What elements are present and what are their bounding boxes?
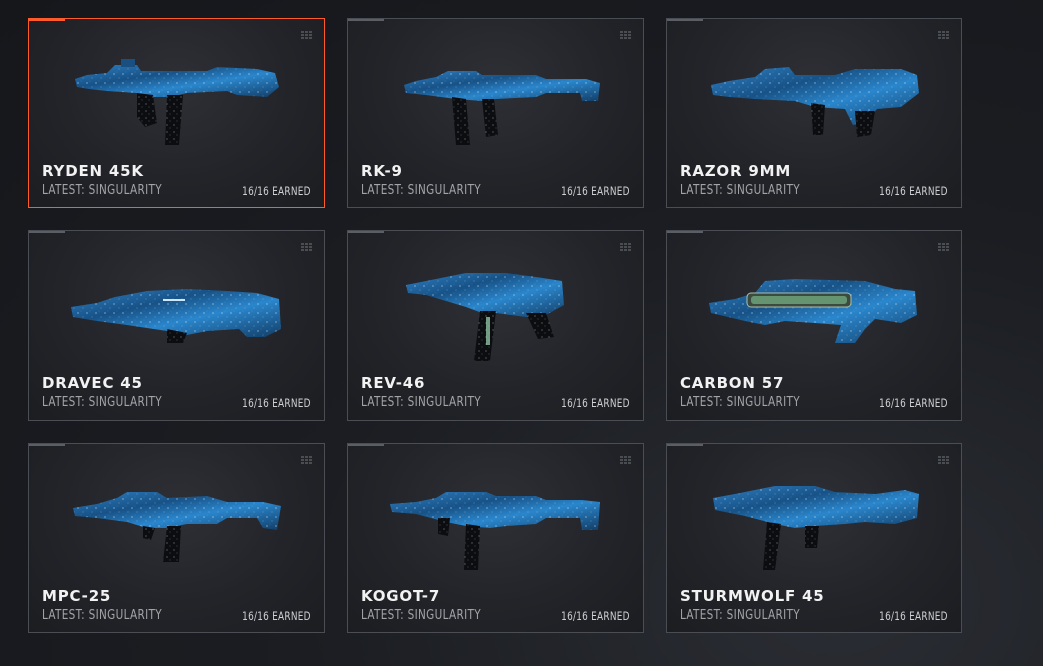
- weapon-latest-camo: LATEST: SINGULARITY: [42, 394, 162, 410]
- weapon-earned-count: 16/16 EARNED: [561, 184, 630, 198]
- grid-icon: [938, 243, 949, 252]
- weapon-latest-camo: LATEST: SINGULARITY: [361, 182, 481, 198]
- card-accent-bar: [29, 231, 65, 233]
- smg-icon: [404, 71, 600, 145]
- grid-icon: [620, 243, 631, 252]
- grid-icon: [620, 31, 631, 40]
- weapon-latest-camo: LATEST: SINGULARITY: [680, 182, 800, 198]
- weapon-earned-count: 16/16 EARNED: [561, 609, 630, 623]
- weapon-earned-count: 16/16 EARNED: [242, 184, 311, 198]
- weapon-card-mpc-25[interactable]: MPC-25 LATEST: SINGULARITY 16/16 EARNED: [28, 443, 325, 633]
- smg-icon: [406, 273, 564, 361]
- weapon-name: CARBON 57: [680, 374, 785, 392]
- smg-icon: [711, 67, 919, 137]
- grid-icon: [301, 31, 312, 40]
- weapon-name: RYDEN 45K: [42, 162, 144, 180]
- card-accent-bar: [348, 444, 384, 446]
- weapon-earned-count: 16/16 EARNED: [879, 609, 948, 623]
- grid-icon: [301, 456, 312, 465]
- weapon-earned-count: 16/16 EARNED: [879, 184, 948, 198]
- weapon-card-ryden-45k[interactable]: RYDEN 45K LATEST: SINGULARITY 16/16 EARN…: [28, 18, 325, 208]
- smg-icon: [73, 492, 281, 562]
- weapon-earned-count: 16/16 EARNED: [242, 396, 311, 410]
- grid-icon: [938, 456, 949, 465]
- weapon-name: STURMWOLF 45: [680, 587, 825, 605]
- card-accent-bar: [29, 444, 65, 446]
- weapon-name: RK-9: [361, 162, 403, 180]
- smg-icon: [709, 279, 917, 343]
- smg-icon: [713, 486, 919, 570]
- weapon-card-rev-46[interactable]: REV-46 LATEST: SINGULARITY 16/16 EARNED: [347, 230, 644, 421]
- weapon-name: MPC-25: [42, 587, 112, 605]
- grid-icon: [620, 456, 631, 465]
- smg-icon: [75, 59, 279, 145]
- card-accent-bar: [348, 231, 384, 233]
- weapon-earned-count: 16/16 EARNED: [561, 396, 630, 410]
- card-accent-bar: [348, 19, 384, 21]
- card-accent-bar: [29, 19, 65, 21]
- weapon-latest-camo: LATEST: SINGULARITY: [42, 182, 162, 198]
- weapon-card-dravec-45[interactable]: DRAVEC 45 LATEST: SINGULARITY 16/16 EARN…: [28, 230, 325, 421]
- smg-icon: [390, 492, 600, 570]
- card-accent-bar: [667, 231, 703, 233]
- weapon-card-rk-9[interactable]: RK-9 LATEST: SINGULARITY 16/16 EARNED: [347, 18, 644, 208]
- weapon-name: RAZOR 9MM: [680, 162, 792, 180]
- smg-icon: [71, 289, 281, 343]
- weapon-card-kogot-7[interactable]: KOGOT-7 LATEST: SINGULARITY 16/16 EARNED: [347, 443, 644, 633]
- weapon-card-razor-9mm[interactable]: RAZOR 9MM LATEST: SINGULARITY 16/16 EARN…: [666, 18, 962, 208]
- grid-icon: [938, 31, 949, 40]
- weapon-card-carbon-57[interactable]: CARBON 57 LATEST: SINGULARITY 16/16 EARN…: [666, 230, 962, 421]
- weapon-latest-camo: LATEST: SINGULARITY: [680, 394, 800, 410]
- grid-icon: [301, 243, 312, 252]
- weapon-latest-camo: LATEST: SINGULARITY: [361, 394, 481, 410]
- weapon-name: REV-46: [361, 374, 426, 392]
- weapon-earned-count: 16/16 EARNED: [879, 396, 948, 410]
- weapon-earned-count: 16/16 EARNED: [242, 609, 311, 623]
- weapon-latest-camo: LATEST: SINGULARITY: [42, 607, 162, 623]
- weapon-latest-camo: LATEST: SINGULARITY: [361, 607, 481, 623]
- weapon-latest-camo: LATEST: SINGULARITY: [680, 607, 800, 623]
- weapon-grid: RYDEN 45K LATEST: SINGULARITY 16/16 EARN…: [28, 18, 962, 633]
- weapon-name: KOGOT-7: [361, 587, 441, 605]
- weapon-card-sturmwolf-45[interactable]: STURMWOLF 45 LATEST: SINGULARITY 16/16 E…: [666, 443, 962, 633]
- card-accent-bar: [667, 444, 703, 446]
- weapon-name: DRAVEC 45: [42, 374, 143, 392]
- card-accent-bar: [667, 19, 703, 21]
